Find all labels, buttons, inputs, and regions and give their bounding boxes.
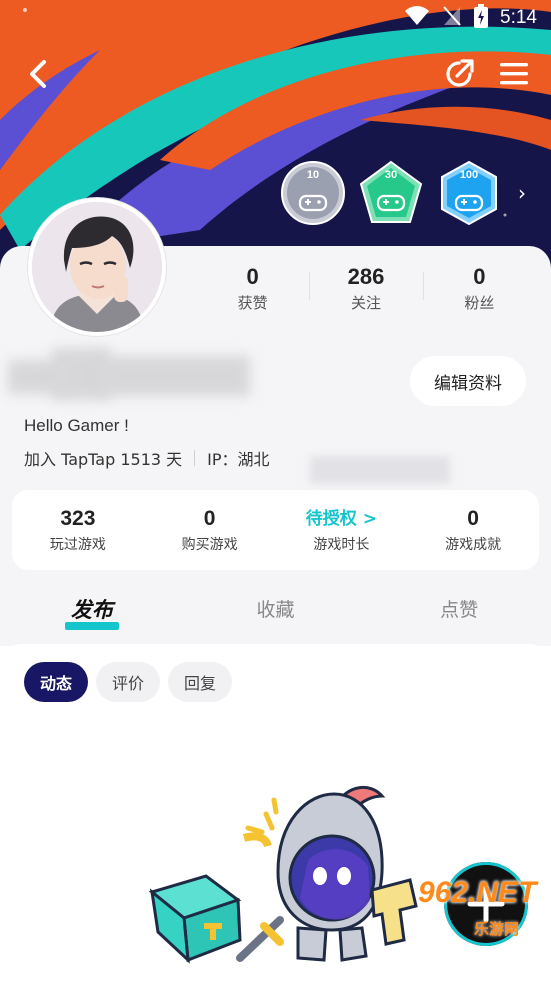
menu-button[interactable] <box>494 54 534 94</box>
create-post-button[interactable] <box>444 862 528 946</box>
avatar-illustration <box>32 202 162 332</box>
badge-100[interactable]: 100 <box>436 160 502 226</box>
likes-count: 0 <box>246 264 259 289</box>
chip-replies[interactable]: 回复 <box>168 662 233 702</box>
played-games-count: 323 <box>60 507 96 530</box>
share-button[interactable] <box>439 54 479 94</box>
tab-favorites-label: 收藏 <box>256 599 295 621</box>
play-time-label: 游戏时长 <box>313 537 370 553</box>
purchased-games-count: 0 <box>203 507 216 530</box>
played-games-label: 玩过游戏 <box>49 537 106 553</box>
followers-count: 0 <box>473 264 486 289</box>
following-count: 286 <box>347 264 385 289</box>
chevron-right-icon[interactable]: › <box>518 181 526 205</box>
join-duration: 加入 TapTap 1513 天 <box>24 450 183 469</box>
tab-likes-label: 点赞 <box>440 599 479 621</box>
chip-reviews[interactable]: 评价 <box>96 662 161 702</box>
play-time-authorize-link[interactable]: 待授权 > <box>276 504 408 534</box>
badge-10[interactable]: 10 <box>280 160 346 226</box>
plus-icon <box>467 885 505 923</box>
purchased-games-label: 购买游戏 <box>181 537 238 553</box>
tab-likes[interactable]: 点赞 <box>367 590 551 636</box>
chip-activity[interactable]: 动态 <box>24 662 89 702</box>
badge-30[interactable]: 30 <box>358 160 424 226</box>
achievements-stat[interactable]: 0 游戏成就 <box>407 504 539 556</box>
badge-number: 30 <box>384 169 398 181</box>
tab-posts[interactable]: 发布 <box>0 590 184 636</box>
tab-posts-label: 发布 <box>70 598 113 622</box>
followers-label: 粉丝 <box>464 294 495 312</box>
profile-stats: 0 获赞 286 关注 0 粉丝 <box>196 262 536 314</box>
posts-panel: 动态 评价 回复 962.NET 乐游网 <box>0 644 551 981</box>
badge-number: 100 <box>459 169 479 181</box>
active-tab-indicator <box>64 622 119 630</box>
game-stats-card: 323 玩过游戏 0 购买游戏 待授权 > 游戏时长 0 游戏成就 <box>12 490 539 570</box>
achievements-label: 游戏成就 <box>445 537 502 553</box>
following-stat[interactable]: 286 关注 <box>309 262 422 314</box>
purchased-games-stat[interactable]: 0 购买游戏 <box>144 504 276 556</box>
wifi-icon <box>404 6 430 30</box>
following-label: 关注 <box>350 294 381 312</box>
edit-profile-button[interactable]: 编辑资料 <box>410 356 526 406</box>
play-time-stat[interactable]: 待授权 > 游戏时长 <box>276 504 408 556</box>
tab-favorites[interactable]: 收藏 <box>184 590 368 636</box>
empty-state-illustration <box>148 786 418 964</box>
status-bar: 5:14 <box>0 0 551 36</box>
status-time: 5:14 <box>500 7 537 28</box>
content-tabs: 发布 收藏 点赞 <box>0 590 551 636</box>
bio-text: Hello Gamer ! <box>24 416 129 435</box>
battery-icon <box>474 4 489 32</box>
filter-chips: 动态 评价 回复 <box>24 662 233 702</box>
username-redacted <box>8 346 250 402</box>
played-games-stat[interactable]: 323 玩过游戏 <box>12 504 144 556</box>
back-button[interactable] <box>18 54 58 94</box>
badge-number: 10 <box>306 169 320 181</box>
achievements-count: 0 <box>467 507 479 530</box>
achievement-badges[interactable]: 10 30 100 › <box>280 160 526 226</box>
meta-divider <box>194 450 196 466</box>
chevron-left-icon <box>30 60 46 88</box>
signal-icon <box>442 5 462 31</box>
profile-meta: 加入 TapTap 1513 天 IP：湖北 <box>24 446 270 470</box>
likes-stat[interactable]: 0 获赞 <box>196 262 309 314</box>
meta-redacted <box>310 450 452 488</box>
ip-location: IP：湖北 <box>207 450 270 469</box>
share-icon <box>446 59 474 87</box>
avatar[interactable] <box>28 198 166 336</box>
followers-stat[interactable]: 0 粉丝 <box>422 262 536 314</box>
likes-label: 获赞 <box>237 294 268 312</box>
menu-icon <box>500 63 528 85</box>
